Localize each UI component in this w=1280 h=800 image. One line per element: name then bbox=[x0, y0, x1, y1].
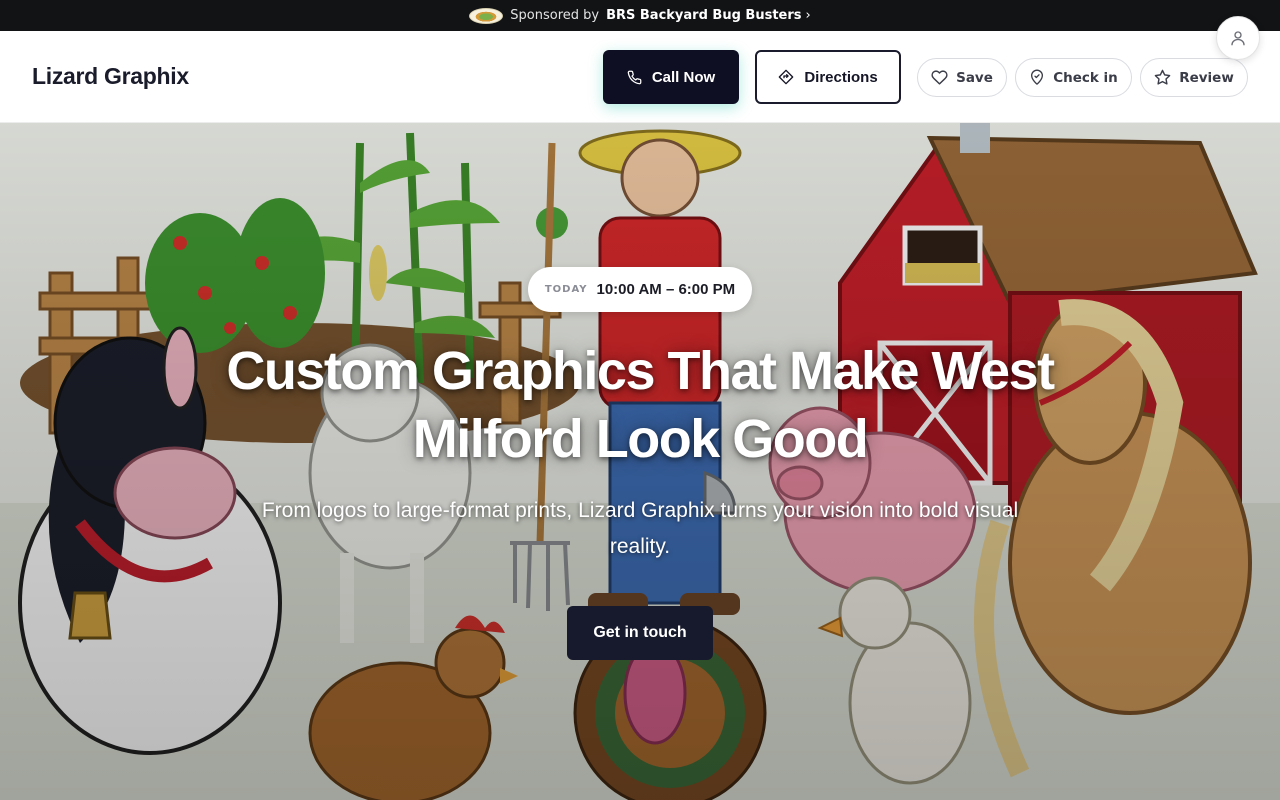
hero-section: TODAY 10:00 AM – 6:00 PM Custom Graphics… bbox=[0, 123, 1280, 800]
review-label: Review bbox=[1179, 69, 1234, 86]
get-in-touch-button[interactable]: Get in touch bbox=[567, 606, 713, 660]
star-icon bbox=[1154, 69, 1171, 86]
hours-value: 10:00 AM – 6:00 PM bbox=[596, 281, 736, 298]
directions-label: Directions bbox=[804, 68, 878, 86]
user-account-button[interactable] bbox=[1216, 16, 1260, 60]
site-title[interactable]: Lizard Graphix bbox=[32, 63, 189, 90]
directions-icon bbox=[778, 69, 794, 85]
call-now-button[interactable]: Call Now bbox=[603, 50, 739, 104]
save-button[interactable]: Save bbox=[917, 58, 1007, 97]
sponsor-bar[interactable]: Sponsored by BRS Backyard Bug Busters › bbox=[0, 0, 1280, 31]
hours-badge: TODAY 10:00 AM – 6:00 PM bbox=[528, 267, 752, 312]
review-button[interactable]: Review bbox=[1140, 58, 1248, 97]
sponsor-logo-icon bbox=[469, 7, 504, 24]
user-icon bbox=[1229, 29, 1247, 47]
hours-label: TODAY bbox=[544, 284, 588, 295]
site-header: Lizard Graphix Call Now Directions Save bbox=[0, 31, 1280, 123]
chevron-right-icon: › bbox=[805, 8, 811, 23]
sponsor-brand-link[interactable]: BRS Backyard Bug Busters bbox=[606, 8, 801, 23]
check-in-button[interactable]: Check in bbox=[1015, 58, 1132, 97]
call-now-label: Call Now bbox=[651, 68, 716, 86]
location-pin-icon bbox=[1029, 69, 1045, 86]
save-label: Save bbox=[956, 69, 993, 86]
hero-headline: Custom Graphics That Make West Milford L… bbox=[226, 341, 1055, 469]
check-in-label: Check in bbox=[1053, 69, 1118, 86]
heart-icon bbox=[931, 69, 948, 86]
sponsor-prefix: Sponsored by bbox=[510, 8, 600, 23]
hero-subheading: From logos to large-format prints, Lizar… bbox=[261, 499, 1019, 558]
directions-button[interactable]: Directions bbox=[755, 50, 901, 104]
phone-icon bbox=[627, 70, 642, 85]
